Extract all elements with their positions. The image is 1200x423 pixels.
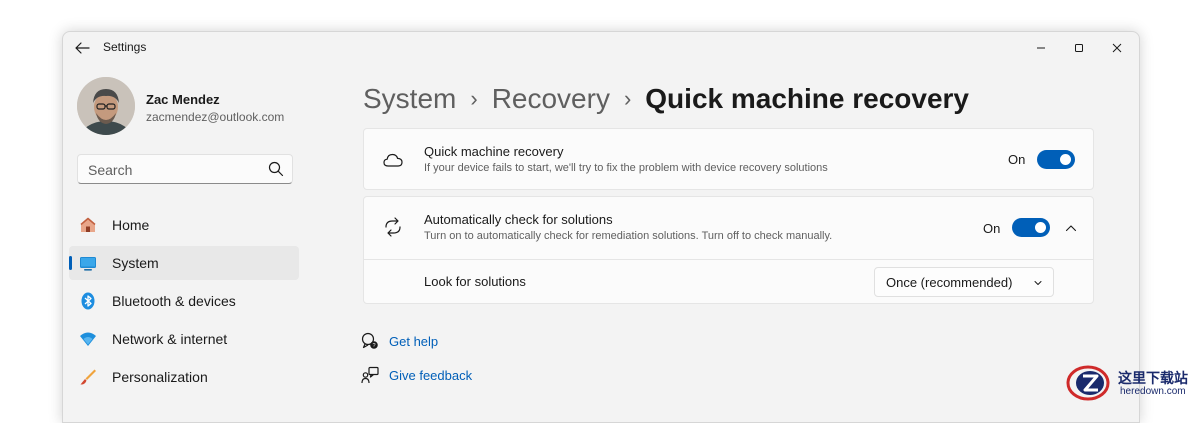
look-for-solutions-row: Look for solutions Once (recommended) xyxy=(364,259,1093,303)
svg-text:?: ? xyxy=(372,343,375,349)
auto-check-toggle[interactable] xyxy=(1012,218,1050,237)
breadcrumb: System › Recovery › Quick machine recovery xyxy=(363,81,969,115)
page-title: Quick machine recovery xyxy=(645,82,970,114)
sidebar-item-bluetooth[interactable]: Bluetooth & devices xyxy=(69,284,299,318)
sidebar-item-label: Personalization xyxy=(112,369,208,385)
maximize-icon xyxy=(1075,44,1083,52)
toggle-state-label: On xyxy=(983,221,1001,236)
chevron-down-icon xyxy=(1034,281,1042,285)
refresh-icon xyxy=(385,217,401,237)
active-indicator xyxy=(69,256,72,270)
quick-recovery-toggle[interactable] xyxy=(1037,150,1075,169)
setting-description: Turn on to automatically check for remed… xyxy=(424,230,833,242)
breadcrumb-separator: › xyxy=(623,85,632,111)
give-feedback-link[interactable]: Give feedback xyxy=(361,366,511,386)
minimize-button[interactable] xyxy=(1031,38,1051,58)
sidebar-item-label: Network & internet xyxy=(112,331,228,347)
dropdown-selected-value: Once (recommended) xyxy=(886,275,1013,290)
search-input[interactable] xyxy=(88,161,258,179)
toggle-state-label: On xyxy=(1008,152,1026,167)
setting-title: Automatically check for solutions xyxy=(424,212,613,227)
watermark-subtitle: heredown.com xyxy=(1120,386,1186,397)
maximize-button[interactable] xyxy=(1069,38,1089,58)
watermark-title: 这里下载站 xyxy=(1118,370,1188,386)
brush-icon xyxy=(80,369,96,385)
sidebar-item-label: Bluetooth & devices xyxy=(112,293,236,309)
help-icon: ? xyxy=(361,332,378,349)
watermark: 这里下载站 heredown.com xyxy=(1066,364,1200,402)
link-label[interactable]: Get help xyxy=(389,334,438,349)
heredown-logo-icon xyxy=(1066,365,1110,401)
sidebar-item-home[interactable]: Home xyxy=(69,208,299,242)
feedback-icon xyxy=(361,366,379,384)
quick-recovery-card: Quick machine recovery If your device fa… xyxy=(363,128,1094,190)
toggle-knob xyxy=(1060,154,1071,165)
wifi-icon xyxy=(80,332,96,346)
search-box[interactable] xyxy=(77,154,293,184)
toggle-knob xyxy=(1035,222,1046,233)
sidebar-item-personalization[interactable]: Personalization xyxy=(69,360,299,394)
setting-description: If your device fails to start, we'll try… xyxy=(424,162,828,174)
search-icon[interactable] xyxy=(268,161,284,177)
breadcrumb-system[interactable]: System xyxy=(363,83,456,115)
title-bar: Settings xyxy=(63,32,1139,64)
system-icon xyxy=(80,257,96,271)
close-icon xyxy=(1112,43,1122,53)
cloud-icon xyxy=(383,153,403,167)
auto-check-card: Automatically check for solutions Turn o… xyxy=(363,196,1094,304)
breadcrumb-recovery[interactable]: Recovery xyxy=(492,83,610,115)
user-name: Zac Mendez xyxy=(146,92,220,107)
back-button[interactable] xyxy=(73,40,91,56)
setting-title: Quick machine recovery xyxy=(424,144,564,159)
breadcrumb-separator: › xyxy=(470,85,478,111)
link-label[interactable]: Give feedback xyxy=(389,368,472,383)
sidebar-item-system[interactable]: System xyxy=(69,246,299,280)
back-arrow-icon xyxy=(75,42,90,54)
window-title: Settings xyxy=(103,40,147,54)
sidebar-item-label: Home xyxy=(112,217,150,233)
get-help-link[interactable]: ? Get help xyxy=(361,332,491,352)
user-email: zacmendez@outlook.com xyxy=(146,110,285,124)
look-for-solutions-dropdown[interactable]: Once (recommended) xyxy=(874,267,1054,297)
minimize-icon xyxy=(1037,47,1045,49)
user-photo-icon xyxy=(77,77,135,135)
chevron-up-icon[interactable] xyxy=(1064,221,1078,235)
avatar[interactable] xyxy=(77,77,135,135)
setting-label: Look for solutions xyxy=(424,274,526,289)
sidebar-item-network[interactable]: Network & internet xyxy=(69,322,299,356)
settings-window: Settings Zac Mendez zacmendez@outlook.co… xyxy=(62,31,1140,423)
sidebar-item-label: System xyxy=(112,255,159,271)
close-button[interactable] xyxy=(1107,38,1127,58)
home-icon xyxy=(80,217,96,232)
bluetooth-icon xyxy=(81,292,95,310)
